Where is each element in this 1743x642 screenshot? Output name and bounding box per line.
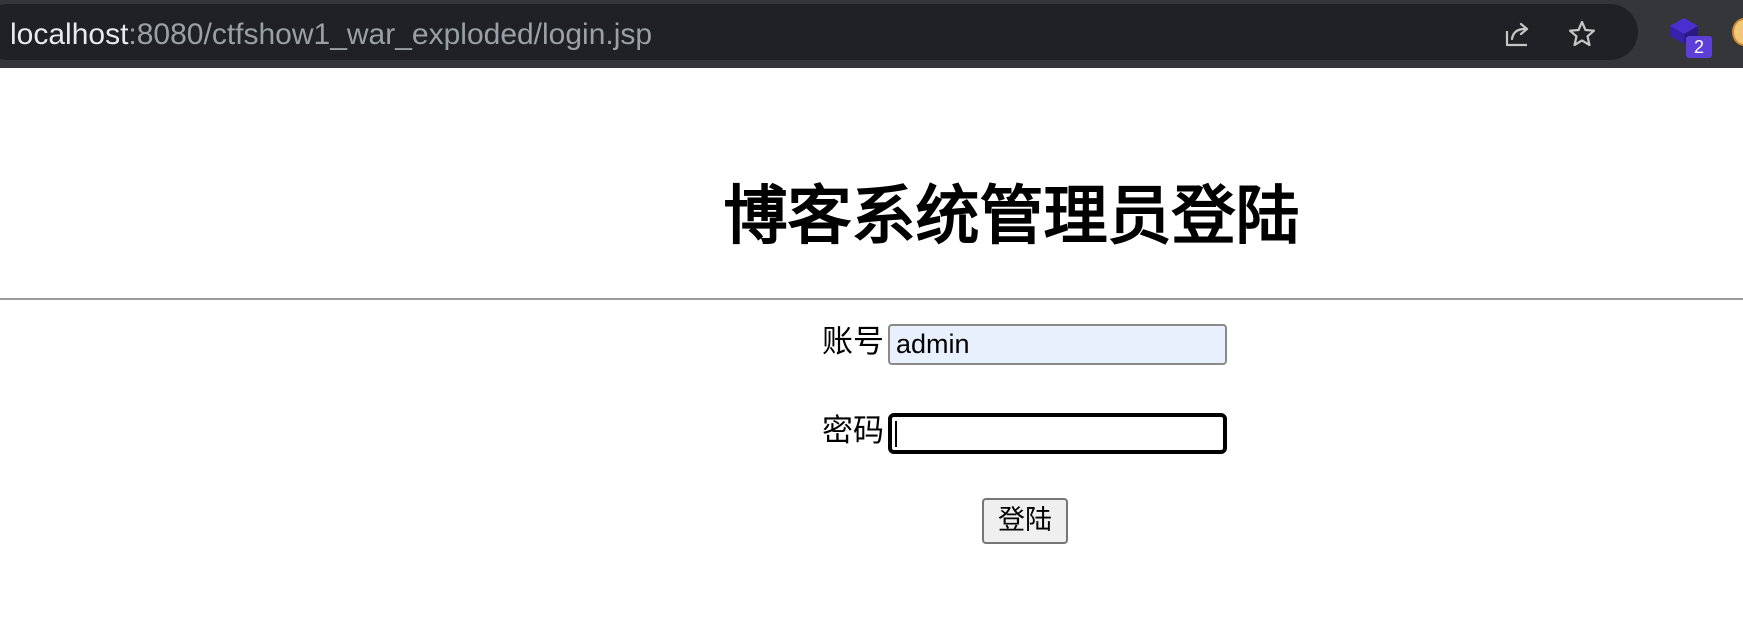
share-icon[interactable]: [1502, 18, 1534, 50]
password-input[interactable]: [888, 413, 1227, 454]
account-label: 账号: [822, 324, 884, 360]
profile-icon[interactable]: [1732, 18, 1743, 46]
url-text[interactable]: localhost:8080/ctfshow1_war_exploded/log…: [10, 17, 652, 53]
account-input[interactable]: [888, 324, 1227, 365]
password-label: 密码: [822, 413, 884, 449]
login-button[interactable]: 登陆: [982, 498, 1068, 544]
url-path: :8080/ctfshow1_war_exploded/login.jsp: [128, 18, 653, 51]
url-host: localhost: [10, 18, 129, 51]
address-bar[interactable]: localhost:8080/ctfshow1_war_exploded/log…: [0, 4, 1638, 60]
extension-badge: 2: [1686, 36, 1712, 58]
star-icon[interactable]: [1566, 18, 1598, 50]
page-title: 博客系统管理员登陆: [723, 180, 1300, 254]
text-caret: [895, 421, 897, 447]
browser-toolbar: localhost:8080/ctfshow1_war_exploded/log…: [0, 0, 1743, 68]
divider: [0, 298, 1743, 300]
